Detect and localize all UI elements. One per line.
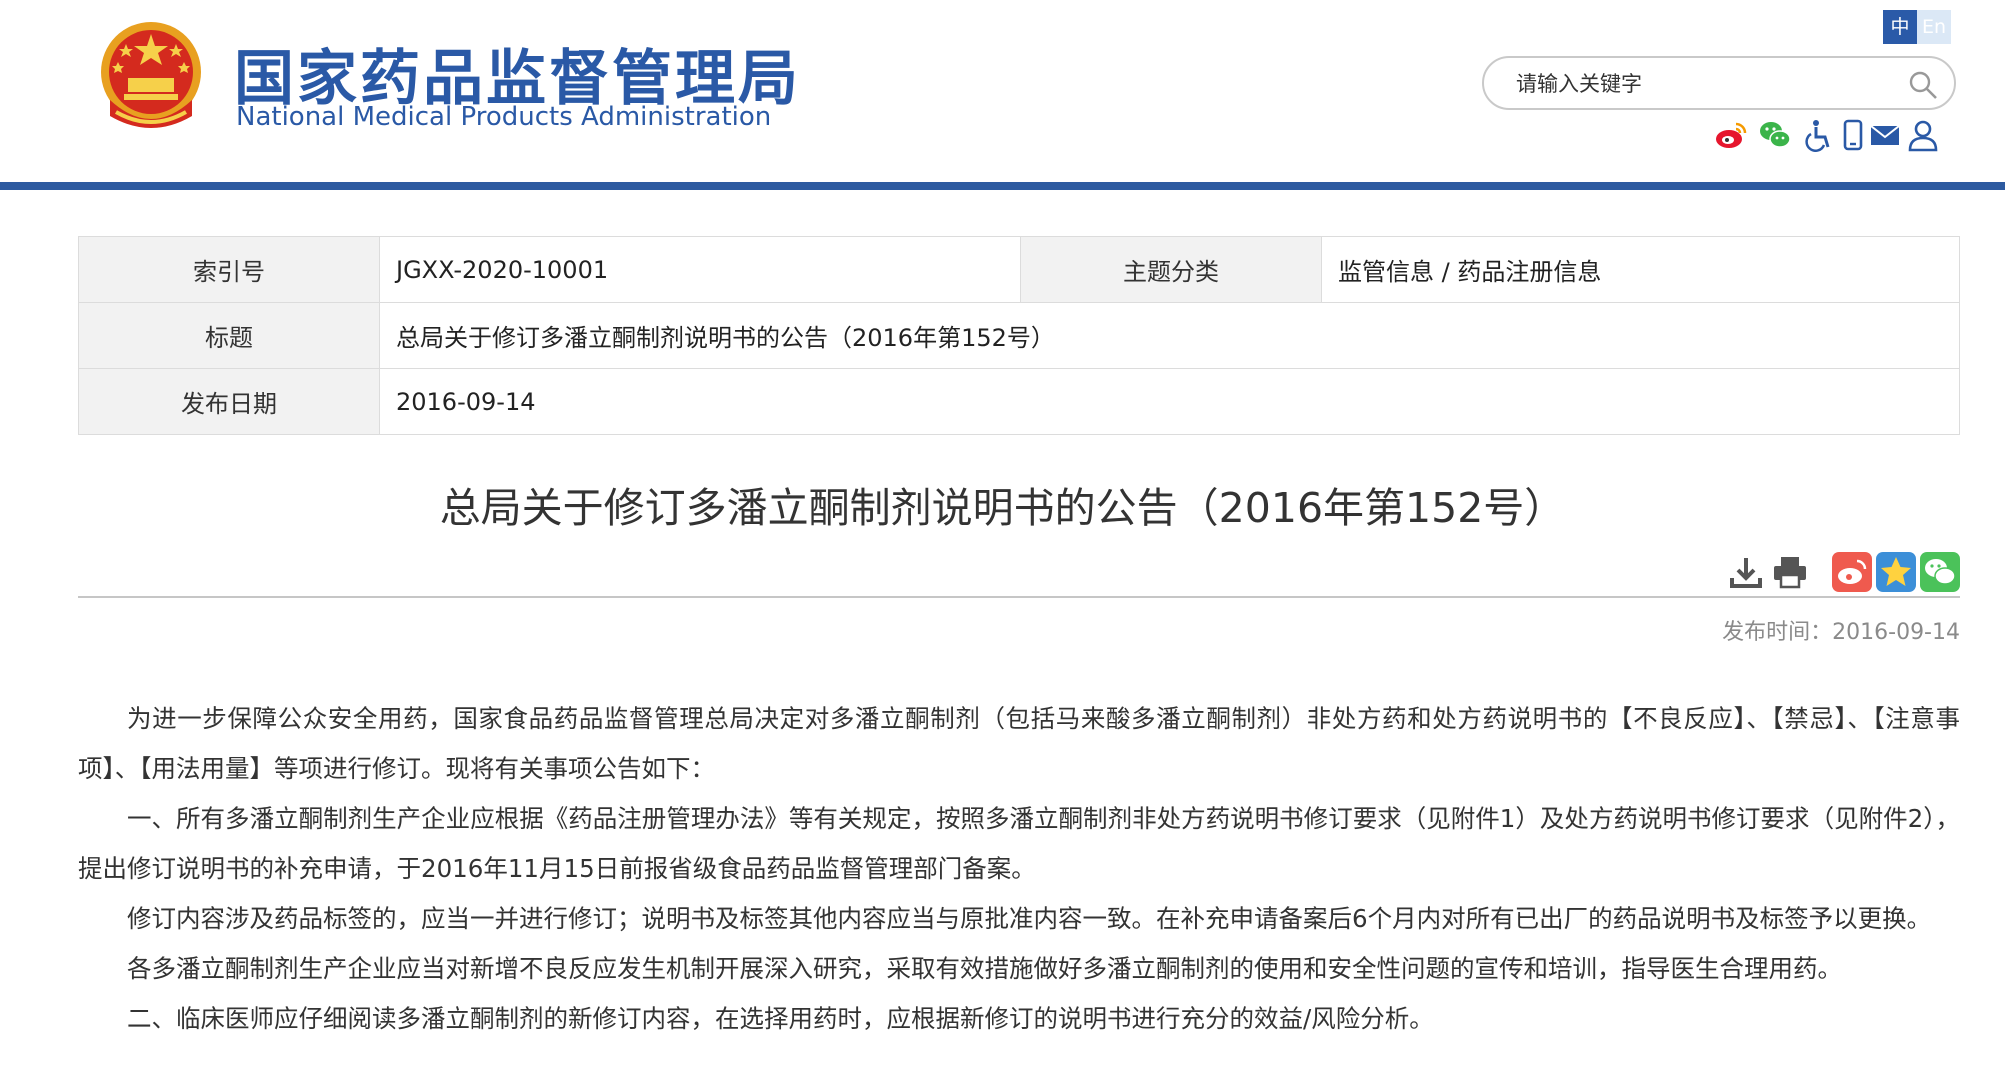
wechat-icon[interactable]	[1758, 118, 1792, 152]
topic-value: 监管信息 / 药品注册信息	[1321, 236, 1960, 303]
article-paragraph: 各多潘立酮制剂生产企业应当对新增不良反应发生机制开展深入研究，采取有效措施做好多…	[127, 954, 1842, 983]
mobile-icon[interactable]	[1836, 118, 1870, 152]
topic-label: 主题分类	[1020, 236, 1322, 303]
site-header: 国家药品监督管理局 National Medical Products Admi…	[0, 0, 2005, 182]
article-paragraph: 修订内容涉及药品标签的，应当一并进行修订；说明书及标签其他内容应当与原批准内容一…	[127, 904, 1932, 933]
article-paragraph: 二、临床医师应仔细阅读多潘立酮制剂的新修订内容，在选择用药时，应根据新修订的说明…	[127, 1004, 1434, 1033]
title-divider	[78, 596, 1960, 598]
user-icon[interactable]	[1906, 118, 1940, 152]
article-content: 为进一步保障公众安全用药，国家食品药品监督管理总局决定对多潘立酮制剂（包括马来酸…	[78, 694, 1960, 1044]
title-value: 总局关于修订多潘立酮制剂说明书的公告（2016年第152号）	[379, 302, 1960, 369]
table-row: 索引号 JGXX-2020-10001 主题分类 监管信息 / 药品注册信息	[78, 236, 1960, 303]
header-divider-band	[0, 182, 2005, 190]
search-box	[1482, 56, 1956, 110]
title-label: 标题	[78, 302, 380, 369]
document-info-table: 索引号 JGXX-2020-10001 主题分类 监管信息 / 药品注册信息 标…	[78, 236, 1960, 435]
index-label: 索引号	[78, 236, 380, 303]
accessibility-icon[interactable]	[1802, 118, 1836, 152]
weibo-icon[interactable]	[1714, 118, 1748, 152]
header-tools	[1710, 118, 1960, 158]
index-value: JGXX-2020-10001	[379, 236, 1021, 303]
favorite-icon[interactable]	[1876, 552, 1916, 592]
publish-time: 发布时间：2016-09-14	[1722, 620, 1960, 645]
wechat-share-icon[interactable]	[1920, 552, 1960, 592]
date-value: 2016-09-14	[379, 368, 1960, 435]
table-row: 发布日期 2016-09-14	[78, 368, 1960, 435]
article-title: 总局关于修订多潘立酮制剂说明书的公告（2016年第152号）	[439, 484, 1566, 532]
article-paragraph: 一、所有多潘立酮制剂生产企业应根据《药品注册管理办法》等有关规定，按照多潘立酮制…	[78, 804, 1960, 883]
download-icon[interactable]	[1726, 552, 1766, 592]
national-emblem-icon[interactable]	[96, 20, 206, 134]
mail-icon[interactable]	[1868, 118, 1902, 152]
search-icon[interactable]	[1908, 70, 1938, 100]
date-label: 发布日期	[78, 368, 380, 435]
lang-chinese-button[interactable]: 中	[1883, 10, 1917, 44]
search-input[interactable]	[1514, 68, 1898, 100]
table-row: 标题 总局关于修订多潘立酮制剂说明书的公告（2016年第152号）	[78, 302, 1960, 369]
lang-english-button[interactable]: En	[1917, 10, 1951, 44]
print-icon[interactable]	[1770, 552, 1810, 592]
site-logo-subtitle[interactable]: National Medical Products Administration	[236, 102, 771, 132]
article-paragraph: 为进一步保障公众安全用药，国家食品药品监督管理总局决定对多潘立酮制剂（包括马来酸…	[78, 704, 1960, 783]
weibo-share-icon[interactable]	[1832, 552, 1872, 592]
